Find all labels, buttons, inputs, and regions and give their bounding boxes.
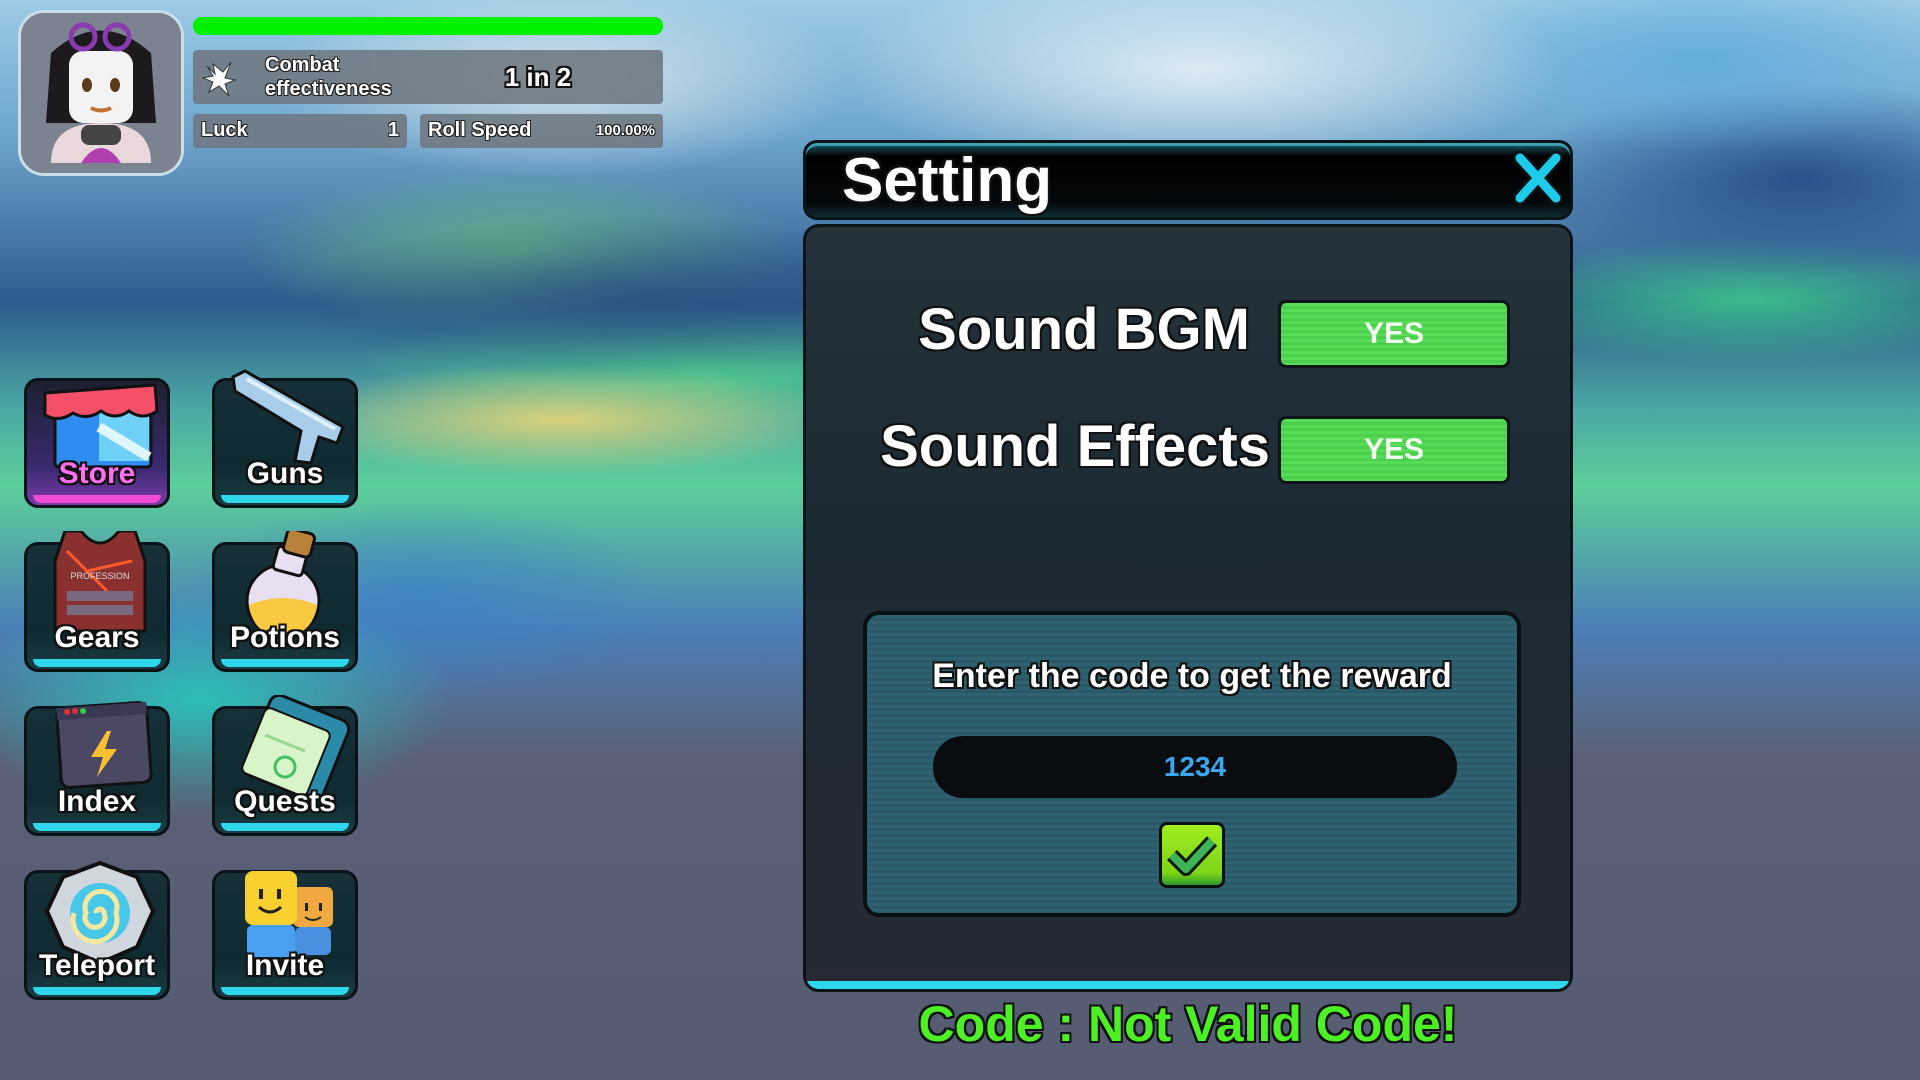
menu-gears-label: Gears [54, 621, 140, 654]
sound-effects-toggle[interactable]: YES [1278, 416, 1510, 484]
sound-bgm-label: Sound BGM [918, 297, 1250, 362]
menu-teleport-button[interactable]: Teleport [24, 860, 170, 1000]
checkmark-icon [1167, 836, 1218, 876]
sound-effects-label: Sound Effects [880, 414, 1270, 479]
submit-code-button[interactable] [1159, 822, 1225, 888]
vest-icon-text: PROFESSION [70, 571, 129, 581]
menu-quests-button[interactable]: Quests [212, 695, 358, 836]
menu-store-label: Store [58, 457, 136, 490]
menu-index-label: Index [57, 785, 137, 818]
combat-label: Combat effectiveness [265, 54, 392, 100]
close-button[interactable] [1510, 150, 1566, 206]
luck-label: Luck [201, 119, 248, 141]
settings-title-bar: Setting [803, 140, 1573, 220]
luck-stat: Luck 1 [193, 114, 407, 148]
luck-value: 1 [387, 119, 399, 141]
code-prompt: Enter the code to get the reward [932, 657, 1452, 695]
avatar-portrait-icon [21, 13, 181, 173]
roll-speed-label: Roll Speed [428, 119, 532, 141]
close-icon [1513, 151, 1563, 205]
combat-effectiveness-stat: Combat effectiveness 1 in 2 [193, 50, 663, 104]
roll-speed-value: 100.00% [595, 122, 655, 139]
code-input[interactable] [933, 736, 1457, 798]
menu-invite-button[interactable]: Invite [212, 870, 358, 1000]
menu-invite-label: Invite [245, 949, 325, 982]
sound-effects-toggle-label: YES [1363, 433, 1425, 466]
lightning-burst-icon [201, 61, 237, 97]
roll-speed-stat: Roll Speed 100.00% [420, 114, 663, 148]
menu-quests-label: Quests [234, 785, 336, 818]
menu-index-button[interactable]: Index [24, 700, 170, 836]
code-status-message: Code : Not Valid Code! [918, 996, 1458, 1052]
menu-store-button[interactable]: Store [24, 378, 170, 508]
health-bar-fill [193, 17, 663, 35]
sound-bgm-toggle[interactable]: YES [1278, 300, 1510, 368]
avatar [18, 10, 184, 176]
menu-potions-button[interactable]: Potions [212, 531, 358, 672]
menu-teleport-label: Teleport [38, 949, 156, 982]
menu-guns-button[interactable]: Guns [212, 369, 358, 508]
menu-guns-label: Guns [246, 457, 324, 490]
sound-bgm-toggle-label: YES [1363, 317, 1425, 350]
settings-title: Setting [842, 146, 1053, 215]
health-bar [193, 17, 663, 35]
combat-value: 1 in 2 [504, 62, 572, 92]
redeem-code-box: Enter the code to get the reward [863, 611, 1521, 917]
menu-gears-button[interactable]: PROFESSION Gears [24, 531, 170, 672]
menu-potions-label: Potions [230, 621, 340, 654]
